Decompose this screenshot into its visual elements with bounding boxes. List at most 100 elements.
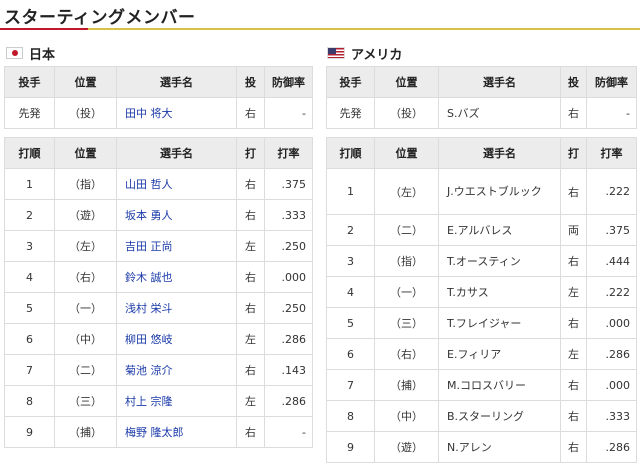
player-name: N.アレン (447, 441, 492, 454)
player-link[interactable]: 梅野 隆太郎 (125, 426, 184, 439)
batter-name-cell: 浅村 栄斗 (116, 292, 237, 324)
player-link[interactable]: 村上 宗隆 (125, 395, 173, 408)
batting-order: 1 (326, 168, 375, 215)
table-row: 6 （右） E.フィリア 左 .286 (326, 338, 637, 370)
table-row: 7 （二） 菊池 涼介 右 .143 (4, 354, 313, 386)
table-row: 2 （二） E.アルバレス 両 .375 (326, 214, 637, 246)
player-name: T.オースティン (447, 255, 521, 268)
pitcher-name-cell: S.バズ (438, 97, 561, 129)
batter-hand: 左 (560, 338, 587, 370)
column-header: 位置 (374, 137, 439, 169)
pitcher-position: （投） (374, 97, 439, 129)
batter-average: .444 (586, 245, 637, 277)
table-row: 8 （中） B.スターリング 右 .333 (326, 400, 637, 432)
batter-hand: 左 (236, 385, 265, 417)
japan-flag-icon (6, 47, 23, 59)
batter-position: （中） (54, 323, 117, 355)
column-header: 防御率 (586, 66, 637, 98)
column-header: 投 (236, 66, 265, 98)
batter-hand: 右 (236, 292, 265, 324)
column-header: 防御率 (264, 66, 313, 98)
table-row: 7 （捕） M.コロスバリー 右 .000 (326, 369, 637, 401)
table-row: 9 （捕） 梅野 隆太郎 右 - (4, 416, 313, 448)
batter-average: .286 (264, 323, 313, 355)
batter-position: （左） (374, 168, 439, 215)
player-name: E.フィリア (447, 348, 502, 361)
column-header: 選手名 (438, 66, 561, 98)
batter-name-cell: T.オースティン (438, 245, 561, 277)
column-header: 投 (560, 66, 587, 98)
batting-order: 8 (4, 385, 55, 417)
player-link[interactable]: 山田 哲人 (125, 178, 173, 191)
column-header: 位置 (54, 66, 117, 98)
batting-order: 6 (4, 323, 55, 355)
batter-position: （右） (54, 261, 117, 293)
player-link[interactable]: 坂本 勇人 (125, 209, 173, 222)
batter-hand: 両 (560, 214, 587, 246)
batter-average: .000 (586, 307, 637, 339)
batter-hand: 右 (560, 400, 587, 432)
pitcher-position: （投） (54, 97, 117, 129)
batter-position: （左） (54, 230, 117, 262)
batter-position: （一） (54, 292, 117, 324)
batter-position: （一） (374, 276, 439, 308)
player-link[interactable]: 柳田 悠岐 (125, 333, 173, 346)
batter-position: （指） (54, 168, 117, 200)
usa-flag-icon (327, 47, 345, 59)
column-header: 位置 (54, 137, 117, 169)
japan-batting-table: 打順 位置 選手名 打 打率 1 （指） 山田 哲人右 .375 2 （遊） 坂本 勇人右.… (4, 137, 313, 448)
table-row: 6 （中） 柳田 悠岐 左 .286 (4, 323, 313, 355)
table-row: 2 （遊） 坂本 勇人 右 .333 (4, 199, 313, 231)
batter-average: - (264, 416, 313, 448)
batting-order: 2 (4, 199, 55, 231)
usa-pitcher-table: 投手 位置 選手名 投 防御率 先発 （投） S.バズ 右 - (326, 66, 637, 129)
pitcher-hand: 右 (236, 97, 265, 129)
player-link[interactable]: 菊池 涼介 (125, 364, 173, 377)
page-title: スターティングメンバー (4, 8, 196, 28)
batting-order: 5 (326, 307, 375, 339)
japan-pitcher-table: 投手 位置 選手名 投 防御率 先発 （投） 田中 将大 右 - (4, 66, 313, 129)
batter-average: .333 (586, 400, 637, 432)
batter-hand: 左 (560, 276, 587, 308)
batting-order: 4 (326, 276, 375, 308)
player-link[interactable]: 鈴木 誠也 (125, 271, 173, 284)
batter-name-cell: J.ウエストブルック (438, 168, 561, 215)
team-name-japan: 日本 (29, 47, 56, 63)
player-link[interactable]: 吉田 正尚 (125, 240, 173, 253)
table-row: 5 （三） T.フレイジャー 右 .000 (326, 307, 637, 339)
batting-order: 2 (326, 214, 375, 246)
pitcher-name-cell: 田中 将大 (116, 97, 237, 129)
column-header: 打 (236, 137, 265, 169)
pitcher-role: 先発 (326, 97, 375, 129)
batter-average: .222 (586, 276, 637, 308)
batting-order: 3 (4, 230, 55, 262)
batter-position: （三） (54, 385, 117, 417)
batter-average: .375 (264, 168, 313, 200)
column-header: 打率 (264, 137, 313, 169)
batter-average: .286 (586, 338, 637, 370)
column-header: 選手名 (438, 137, 561, 169)
batter-hand: 左 (236, 230, 265, 262)
team-header-japan: 日本 (6, 44, 56, 63)
column-header: 打率 (586, 137, 637, 169)
player-name: J.ウエストブルック (447, 184, 542, 198)
batting-order: 5 (4, 292, 55, 324)
batter-position: （遊） (374, 431, 439, 463)
column-header: 投手 (326, 66, 375, 98)
batter-average: .250 (264, 230, 313, 262)
batter-name-cell: 柳田 悠岐 (116, 323, 237, 355)
batter-position: （遊） (54, 199, 117, 231)
team-header-usa: アメリカ (327, 44, 402, 63)
batter-name-cell: 吉田 正尚 (116, 230, 237, 262)
batter-position: （三） (374, 307, 439, 339)
player-link[interactable]: 田中 将大 (125, 107, 173, 120)
batter-position: （捕） (374, 369, 439, 401)
player-link[interactable]: 浅村 栄斗 (125, 302, 173, 315)
table-row: 4 （一） T.カサス 左 .222 (326, 276, 637, 308)
batter-name-cell: 山田 哲人 (116, 168, 237, 200)
batter-average: .286 (586, 431, 637, 463)
pitcher-era: - (586, 97, 637, 129)
batter-average: .333 (264, 199, 313, 231)
batter-name-cell: M.コロスバリー (438, 369, 561, 401)
batting-order: 1 (4, 168, 55, 200)
